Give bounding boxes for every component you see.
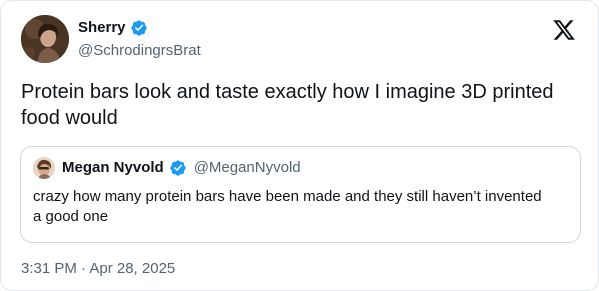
quoted-author-display-name[interactable]: Megan Nyvold <box>62 158 164 178</box>
avatar-photo-icon <box>21 15 69 63</box>
author-avatar[interactable] <box>21 15 69 63</box>
quoted-tweet-text: crazy how many protein bars have been ma… <box>33 188 542 225</box>
tweet-timestamp[interactable]: 3:31 PM · Apr 28, 2025 <box>21 259 175 279</box>
author-handle[interactable]: @SchrodingrsBrat <box>78 41 201 61</box>
tweet-card[interactable]: Sherry @SchrodingrsBrat Protein bars loo… <box>0 0 599 291</box>
x-logo-icon[interactable] <box>552 18 576 42</box>
quoted-tweet-header: Megan Nyvold @MeganNyvold <box>33 157 301 179</box>
verified-badge-icon <box>130 19 148 37</box>
tweet-text: Protein bars look and taste exactly how … <box>21 81 554 129</box>
quoted-avatar-photo-icon <box>33 157 55 179</box>
quoted-tweet[interactable]: Megan Nyvold @MeganNyvold crazy how many… <box>20 146 581 243</box>
quoted-verified-badge-icon <box>169 159 187 177</box>
quoted-author-handle[interactable]: @MeganNyvold <box>194 158 301 178</box>
author-display-name[interactable]: Sherry <box>78 18 126 38</box>
author-name-row: Sherry <box>78 18 148 38</box>
quoted-author-avatar[interactable] <box>33 157 55 179</box>
